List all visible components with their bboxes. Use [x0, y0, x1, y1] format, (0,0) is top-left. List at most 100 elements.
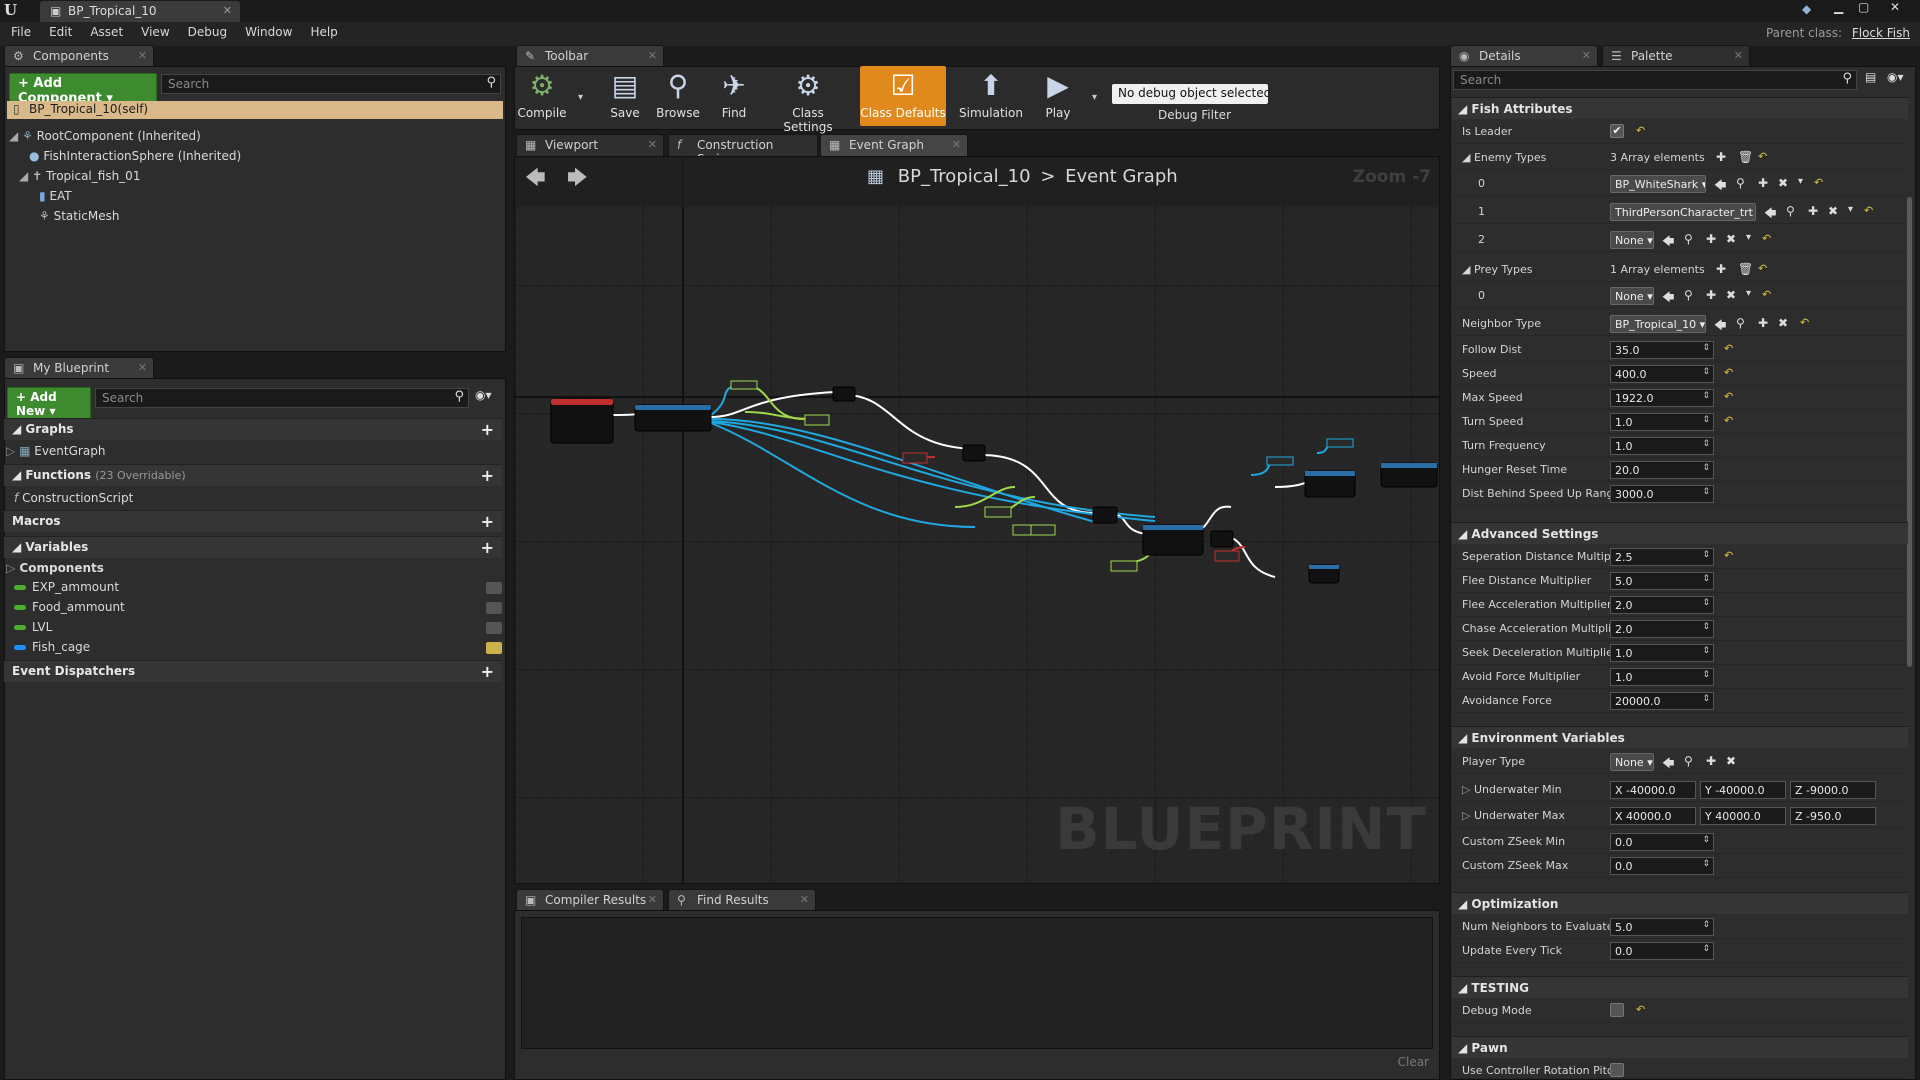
debug-object-select[interactable]: No debug object selected ▾: [1112, 84, 1268, 104]
tab-compiler-results[interactable]: ▣ Compiler Results ✕: [516, 889, 664, 911]
clear-button[interactable]: Clear: [1398, 1055, 1429, 1069]
chevron-down-icon[interactable]: ▾: [1848, 204, 1853, 215]
tab-components[interactable]: ⚙ Components ✕: [4, 45, 154, 67]
menu-item[interactable]: Asset: [81, 22, 132, 42]
underwater-max-z[interactable]: Z -950.0: [1790, 807, 1876, 825]
reset-default-icon[interactable]: ↶: [1724, 549, 1733, 562]
number-input[interactable]: 2.0 ⇕: [1610, 596, 1714, 614]
spinner-icon[interactable]: ⇕: [1702, 859, 1710, 869]
breadcrumb-root[interactable]: BP_Tropical_10: [898, 166, 1031, 187]
underwater-max-x[interactable]: X 40000.0: [1610, 807, 1696, 825]
add-function-button[interactable]: +: [481, 466, 494, 485]
element-select[interactable]: BP_WhiteShark ▾: [1610, 175, 1706, 193]
reset-default-icon[interactable]: ↶: [1724, 366, 1733, 379]
delete-icon[interactable]: 🗑: [1738, 262, 1753, 276]
browse-icon[interactable]: ⚲: [1684, 754, 1693, 768]
graph-canvas[interactable]: 🡄 🡆 ▦ BP_Tropical_10 > Event Graph Zoom …: [514, 156, 1440, 884]
menu-item[interactable]: Edit: [40, 22, 81, 42]
reset-default-icon[interactable]: ↶: [1724, 342, 1733, 355]
view-options-icon[interactable]: ◉▾: [1887, 70, 1904, 84]
underwater-max-y[interactable]: Y 40000.0: [1700, 807, 1786, 825]
number-input[interactable]: 2.0 ⇕: [1610, 620, 1714, 638]
class-defaults-button[interactable]: ☑ Class Defaults: [860, 66, 946, 126]
tree-item-staticmesh[interactable]: ⚘ StaticMesh: [39, 209, 120, 223]
add-icon[interactable]: ✚: [1758, 316, 1768, 330]
number-input[interactable]: 1922.0 ⇕: [1610, 389, 1714, 407]
close-window-button[interactable]: ✕: [1890, 0, 1900, 14]
spinner-icon[interactable]: ⇕: [1702, 920, 1710, 930]
spinner-icon[interactable]: ⇕: [1702, 367, 1710, 377]
menu-item[interactable]: File: [2, 22, 40, 42]
tree-item-root[interactable]: ◢ ⚘ RootComponent (Inherited): [9, 129, 201, 143]
player-type-select[interactable]: None ▾: [1610, 753, 1654, 771]
reset-default-icon[interactable]: ↶: [1636, 124, 1645, 137]
section-optimization[interactable]: ◢ Optimization: [1452, 892, 1908, 914]
compile-options-dropdown[interactable]: ▾: [578, 92, 583, 103]
clear-icon[interactable]: ✖: [1726, 232, 1736, 246]
section-pawn[interactable]: ◢ Pawn: [1452, 1036, 1908, 1058]
element-select[interactable]: ThirdPersonCharacter_trt ▾: [1610, 203, 1756, 221]
number-input[interactable]: 20.0 ⇕: [1610, 461, 1714, 479]
add-icon[interactable]: ✚: [1706, 288, 1716, 302]
construction-script-item[interactable]: f ConstructionScript: [14, 491, 133, 505]
browse-icon[interactable]: ⚲: [1786, 204, 1795, 218]
variables-components-group[interactable]: ▷ Components: [6, 561, 104, 575]
is-leader-checkbox[interactable]: ✔: [1610, 124, 1624, 138]
source-control-icon[interactable]: ◆: [1802, 2, 1811, 16]
number-input[interactable]: 3000.0 ⇕: [1610, 485, 1714, 503]
section-advanced-settings[interactable]: ◢ Advanced Settings: [1452, 522, 1908, 544]
class-settings-button[interactable]: ⚙ Class Settings: [766, 66, 850, 134]
close-icon[interactable]: ✕: [138, 361, 147, 374]
add-macro-button[interactable]: +: [481, 512, 494, 531]
add-element-icon[interactable]: ✚: [1716, 262, 1726, 276]
reset-default-icon[interactable]: ↶: [1758, 150, 1767, 163]
underwater-min-x[interactable]: X -40000.0: [1610, 781, 1696, 799]
section-environment-variables[interactable]: ◢ Environment Variables: [1452, 726, 1908, 748]
reset-default-icon[interactable]: ↶: [1864, 204, 1873, 217]
visibility-eye-icon[interactable]: [486, 622, 502, 634]
add-icon[interactable]: ✚: [1808, 204, 1818, 218]
use-selected-icon[interactable]: 🡄: [1662, 288, 1674, 309]
nav-back-icon[interactable]: 🡄: [525, 163, 546, 197]
add-dispatcher-button[interactable]: +: [481, 662, 494, 681]
save-button[interactable]: ▤ Save: [600, 66, 650, 126]
document-tab[interactable]: ▣ BP_Tropical_10 ✕: [40, 1, 240, 22]
tab-my-blueprint[interactable]: ▣ My Blueprint ✕: [4, 357, 154, 379]
browse-icon[interactable]: ⚲: [1736, 176, 1745, 190]
menu-item[interactable]: View: [132, 22, 178, 42]
tab-viewport[interactable]: ▦ Viewport ✕: [516, 134, 664, 156]
add-graph-button[interactable]: +: [481, 420, 494, 439]
spinner-icon[interactable]: ⇕: [1702, 670, 1710, 680]
variable-item[interactable]: Fish_cage: [14, 640, 90, 654]
number-input[interactable]: 2.5 ⇕: [1610, 548, 1714, 566]
clear-icon[interactable]: ✖: [1828, 204, 1838, 218]
section-fish-attributes[interactable]: ◢ Fish Attributes: [1452, 97, 1908, 119]
tree-item-sphere[interactable]: ● FishInteractionSphere (Inherited): [29, 149, 241, 163]
nav-forward-icon[interactable]: 🡆: [567, 163, 588, 197]
self-item[interactable]: ▯ BP_Tropical_10(self): [7, 101, 503, 119]
play-options-dropdown[interactable]: ▾: [1092, 92, 1097, 103]
minimize-button[interactable]: ▁: [1834, 0, 1843, 14]
find-button[interactable]: ✈ Find: [708, 66, 760, 126]
use-selected-icon[interactable]: 🡄: [1714, 316, 1726, 337]
spinner-icon[interactable]: ⇕: [1702, 415, 1710, 425]
spinner-icon[interactable]: ⇕: [1702, 835, 1710, 845]
use-selected-icon[interactable]: 🡄: [1764, 204, 1776, 225]
tree-item-fish[interactable]: ◢ ✝ Tropical_fish_01: [19, 169, 140, 183]
underwater-min-z[interactable]: Z -9000.0: [1790, 781, 1876, 799]
number-input[interactable]: 20000.0 ⇕: [1610, 692, 1714, 710]
number-input[interactable]: 0.0 ⇕: [1610, 857, 1714, 875]
menu-item[interactable]: Help: [301, 22, 346, 42]
spinner-icon[interactable]: ⇕: [1702, 646, 1710, 656]
menu-item[interactable]: Window: [236, 22, 301, 42]
use-selected-icon[interactable]: 🡄: [1662, 754, 1674, 775]
tab-toolbar[interactable]: ✎ Toolbar ✕: [516, 45, 664, 67]
tab-details[interactable]: ◉ Details ✕: [1450, 45, 1598, 67]
close-icon[interactable]: ✕: [223, 4, 232, 17]
event-graph-item[interactable]: ▷ ▦ EventGraph: [6, 444, 105, 458]
functions-header[interactable]: ◢ Functions (23 Overridable) +: [4, 464, 502, 486]
chevron-down-icon[interactable]: ▾: [1746, 232, 1751, 243]
spinner-icon[interactable]: ⇕: [1702, 343, 1710, 353]
number-input[interactable]: 1.0 ⇕: [1610, 413, 1714, 431]
details-scrollbar[interactable]: [1907, 197, 1912, 667]
